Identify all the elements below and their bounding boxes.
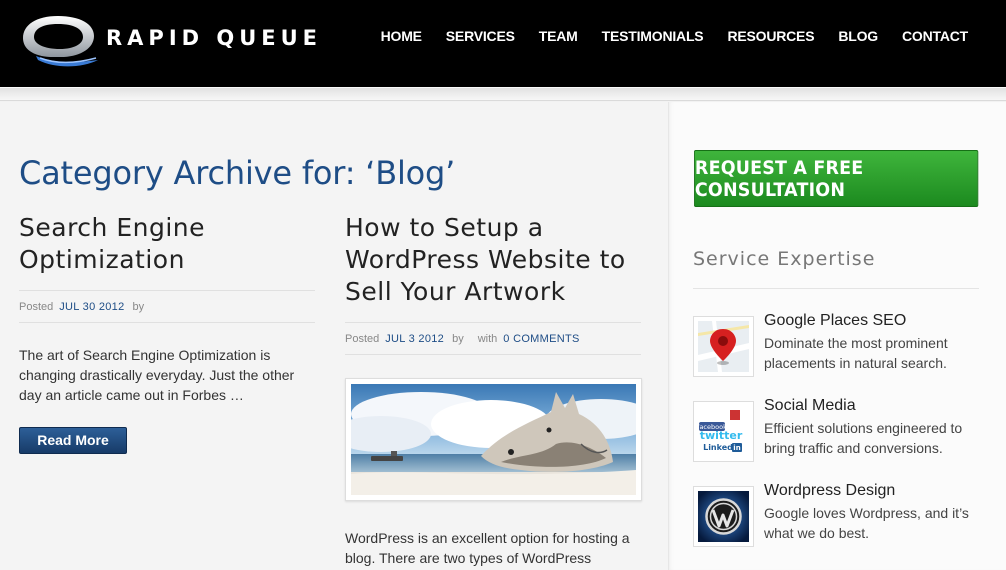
read-more-button[interactable]: Read More — [19, 427, 127, 454]
social-media-icon: facebook twitter Linked in — [693, 401, 754, 462]
nav-team[interactable]: TEAM — [539, 28, 578, 44]
post-meta: Posted JUL 3 2012 by with 0 COMMENTS — [345, 322, 641, 355]
svg-text:Linked: Linked — [703, 443, 733, 452]
logo[interactable]: RAPID QUEUE — [20, 12, 322, 68]
post-card: Search Engine Optimization Posted JUL 30… — [19, 212, 315, 454]
nav-testimonials[interactable]: TESTIMONIALS — [602, 28, 704, 44]
post-title[interactable]: Search Engine Optimization — [19, 212, 315, 276]
main-content: Category Archive for: ‘Blog’ Search Engi… — [0, 102, 668, 570]
nav-blog[interactable]: BLOG — [838, 28, 878, 44]
request-consultation-button[interactable]: REQUEST A FREE CONSULTATION — [694, 150, 979, 207]
wordpress-icon — [693, 486, 754, 547]
post-date[interactable]: JUL 30 2012 — [59, 301, 124, 313]
map-pin-icon — [693, 316, 754, 377]
logo-q-icon — [23, 16, 98, 67]
header-divider — [0, 87, 1006, 101]
nav-resources[interactable]: RESOURCES — [727, 28, 814, 44]
divider — [693, 288, 979, 289]
post-excerpt: WordPress is an excellent option for hos… — [345, 530, 630, 566]
service-title: Social Media — [764, 397, 856, 414]
service-item[interactable]: Wordpress Design Google loves Wordpress,… — [693, 482, 983, 548]
service-title: Wordpress Design — [764, 482, 896, 499]
service-title: Google Places SEO — [764, 312, 907, 329]
service-expertise-heading: Service Expertise — [693, 248, 876, 270]
svg-text:in: in — [733, 444, 740, 452]
post-title[interactable]: How to Setup a WordPress Website to Sell… — [345, 212, 641, 308]
service-desc: Efficient solutions engineered to bring … — [764, 420, 963, 456]
service-desc: Dominate the most prominent placements i… — [764, 335, 948, 371]
post-meta: Posted JUL 30 2012 by — [19, 290, 315, 323]
nav-services[interactable]: SERVICES — [446, 28, 515, 44]
post-thumbnail[interactable] — [345, 378, 642, 501]
post-comments-link[interactable]: 0 COMMENTS — [503, 333, 579, 345]
post-card: How to Setup a WordPress Website to Sell… — [345, 212, 641, 355]
site-header: RAPID QUEUE HOME SERVICES TEAM TESTIMONI… — [0, 0, 1006, 87]
post-date[interactable]: JUL 3 2012 — [385, 333, 444, 345]
husky-artwork-image — [351, 384, 636, 495]
nav-contact[interactable]: CONTACT — [902, 28, 968, 44]
service-item[interactable]: facebook twitter Linked in Social Media … — [693, 397, 983, 463]
page-title: Category Archive for: ‘Blog’ — [19, 154, 456, 192]
post-excerpt: The art of Search Engine Optimization is… — [19, 347, 295, 403]
nav-home[interactable]: HOME — [381, 28, 422, 44]
logo-text: RAPID QUEUE — [106, 26, 323, 50]
sidebar: REQUEST A FREE CONSULTATION Service Expe… — [668, 102, 1006, 570]
main-nav: HOME SERVICES TEAM TESTIMONIALS RESOURCE… — [357, 28, 969, 44]
service-desc: Google loves Wordpress, and it’s what we… — [764, 505, 969, 541]
svg-text:twitter: twitter — [700, 429, 743, 442]
service-item[interactable]: Google Places SEO Dominate the most prom… — [693, 312, 983, 378]
